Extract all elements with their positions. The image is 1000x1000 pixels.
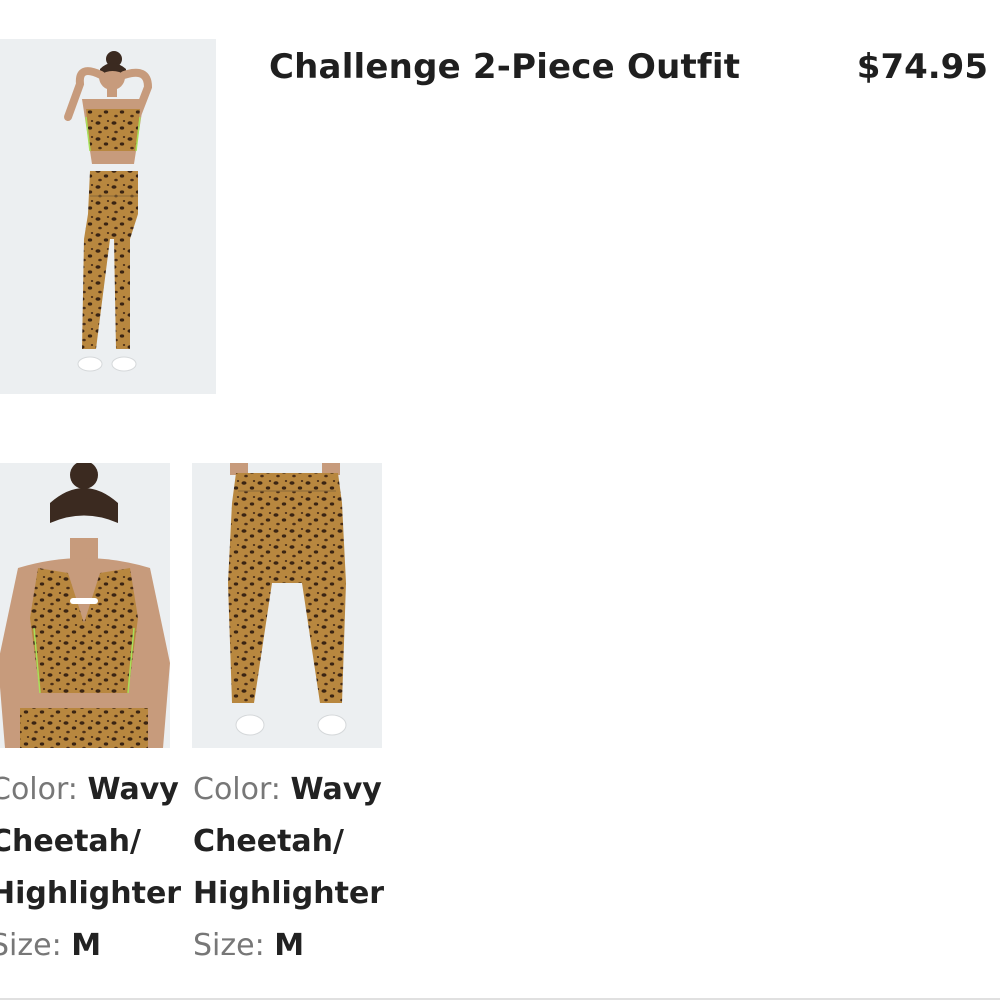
back-view-bra-illustration xyxy=(0,463,170,748)
sports-bra-image[interactable] xyxy=(0,463,170,748)
size-value: M xyxy=(71,928,102,963)
product-price: $74.95 xyxy=(856,47,988,87)
color-line: Color: Wavy xyxy=(0,764,181,816)
product-main-image[interactable] xyxy=(0,39,216,394)
color-value-line-3: Highlighter xyxy=(0,876,182,911)
color-value-line-1: Wavy xyxy=(290,772,382,807)
back-view-leggings-illustration xyxy=(192,463,382,748)
color-value-line-3: Highlighter xyxy=(193,876,385,911)
size-line: Size: M xyxy=(193,920,384,972)
size-line: Size: M xyxy=(0,920,181,972)
color-value-line-2: Cheetah/ xyxy=(193,824,344,859)
size-value: M xyxy=(274,928,305,963)
color-label: Color: xyxy=(193,772,291,807)
item-details-leggings: Color: Wavy Cheetah/ Highlighter Size: M xyxy=(193,764,384,972)
product-title[interactable]: Challenge 2-Piece Outfit xyxy=(269,47,740,87)
leggings-image[interactable] xyxy=(192,463,382,748)
size-label: Size: xyxy=(0,928,62,963)
front-view-model-illustration xyxy=(0,39,216,394)
color-value-line-2: Cheetah/ xyxy=(0,824,141,859)
color-line: Color: Wavy xyxy=(193,764,384,816)
color-value-line-1: Wavy xyxy=(87,772,179,807)
item-details-bra: Color: Wavy Cheetah/ Highlighter Size: M xyxy=(0,764,181,972)
size-label: Size: xyxy=(193,928,275,963)
color-label: Color: xyxy=(0,772,78,807)
